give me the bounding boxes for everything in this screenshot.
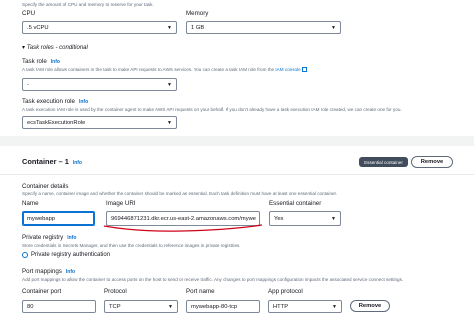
container-port-input[interactable]: 80: [22, 300, 96, 313]
chevron-down-icon: ▼: [167, 82, 172, 88]
exec-role-select[interactable]: ecsTaskExecutionRole ▼: [22, 116, 177, 129]
memory-select[interactable]: 1 GB ▼: [186, 21, 341, 34]
container-details-heading: Container details: [22, 183, 69, 190]
exec-role-value: ecsTaskExecutionRole: [27, 119, 86, 126]
exec-role-label-row: Task execution role Info: [22, 98, 88, 105]
name-value: mywebapp: [27, 215, 56, 222]
essential-container-badge: Essential container: [359, 157, 408, 167]
app-protocol-select[interactable]: HTTP ▼: [268, 300, 342, 313]
port-mappings-label-row: Port mappings Info: [22, 268, 75, 275]
task-role-info-link[interactable]: Info: [51, 59, 60, 65]
container-port-header: Container port: [22, 288, 62, 295]
container-port-value: 80: [27, 303, 34, 310]
port-mappings-label: Port mappings: [22, 268, 62, 275]
section-gap: [0, 136, 474, 146]
chevron-down-icon: ▼: [331, 216, 336, 222]
app-protocol-header: App protocol: [268, 288, 303, 295]
divider: [0, 174, 474, 175]
port-name-value: mywebapp-80-tcp: [191, 303, 238, 310]
chevron-down-icon: ▼: [331, 25, 336, 31]
task-role-desc-row: A task IAM role allows containers in the…: [22, 67, 307, 73]
exec-role-label: Task execution role: [22, 98, 75, 105]
essential-select[interactable]: Yes ▼: [269, 211, 341, 226]
protocol-value: TCP: [109, 303, 121, 310]
port-name-input[interactable]: mywebapp-80-tcp: [186, 300, 260, 313]
container-title: Container – 1: [22, 157, 69, 166]
resources-hint: Specify the amount of CPU and memory to …: [22, 2, 154, 7]
cpu-value: .5 vCPU: [27, 24, 49, 31]
app-protocol-value: HTTP: [273, 303, 289, 310]
port-mappings-info-link[interactable]: Info: [66, 269, 75, 275]
remove-port-mapping-button[interactable]: Remove: [350, 300, 390, 312]
essential-label: Essential container: [269, 200, 322, 207]
exec-role-info-link[interactable]: Info: [79, 99, 88, 105]
chevron-down-icon: ▼: [167, 25, 172, 31]
name-input[interactable]: mywebapp: [22, 211, 95, 226]
cpu-label: CPU: [22, 10, 36, 17]
chevron-down-icon: ▼: [167, 120, 172, 126]
task-role-desc: A task IAM role allows containers in the…: [22, 67, 275, 72]
task-role-label: Task role: [22, 58, 47, 65]
iam-console-link[interactable]: IAM console: [275, 67, 300, 72]
task-role-select[interactable]: - ▼: [22, 78, 177, 91]
red-underline-annotation: [103, 224, 263, 232]
private-registry-label-row: Private registry Info: [22, 234, 76, 241]
image-uri-label: Image URI: [106, 200, 136, 207]
memory-value: 1 GB: [191, 24, 205, 31]
memory-label: Memory: [186, 10, 209, 17]
task-roles-toggle[interactable]: ▾ Task roles - conditional: [22, 44, 88, 51]
name-label: Name: [22, 200, 39, 207]
image-uri-value: 969446871231.dkr.ecr.us-east-2.amazonaws…: [111, 215, 257, 222]
port-name-header: Port name: [186, 288, 215, 295]
external-link-icon: [301, 67, 307, 73]
private-registry-toggle-label: Private registry authentication: [31, 252, 111, 258]
task-roles-heading: Task roles - conditional: [26, 45, 88, 51]
private-registry-info-link[interactable]: Info: [67, 235, 76, 241]
private-registry-label: Private registry: [22, 234, 64, 241]
task-role-label-row: Task role Info: [22, 58, 60, 65]
container-title-row: Container – 1 Info: [22, 157, 82, 166]
exec-role-desc: A task execution IAM role is used by the…: [22, 107, 402, 112]
private-registry-toggle[interactable]: [22, 252, 28, 258]
port-mappings-desc: Add port mappings to allow the container…: [22, 277, 404, 282]
cpu-select[interactable]: .5 vCPU ▼: [22, 21, 177, 34]
remove-container-button[interactable]: Remove: [411, 156, 453, 168]
container-details-desc: Specify a name, container image and whet…: [22, 191, 338, 196]
task-role-value: -: [27, 81, 29, 88]
chevron-down-icon: ▼: [168, 304, 173, 310]
protocol-header: Protocol: [104, 288, 127, 295]
caret-down-icon: ▾: [22, 45, 26, 51]
protocol-select[interactable]: TCP ▼: [104, 300, 178, 313]
essential-value: Yes: [274, 215, 284, 222]
private-registry-desc: Store credentials in Secrets Manager, an…: [22, 243, 241, 248]
chevron-down-icon: ▼: [332, 304, 337, 310]
container-info-link[interactable]: Info: [73, 160, 82, 166]
